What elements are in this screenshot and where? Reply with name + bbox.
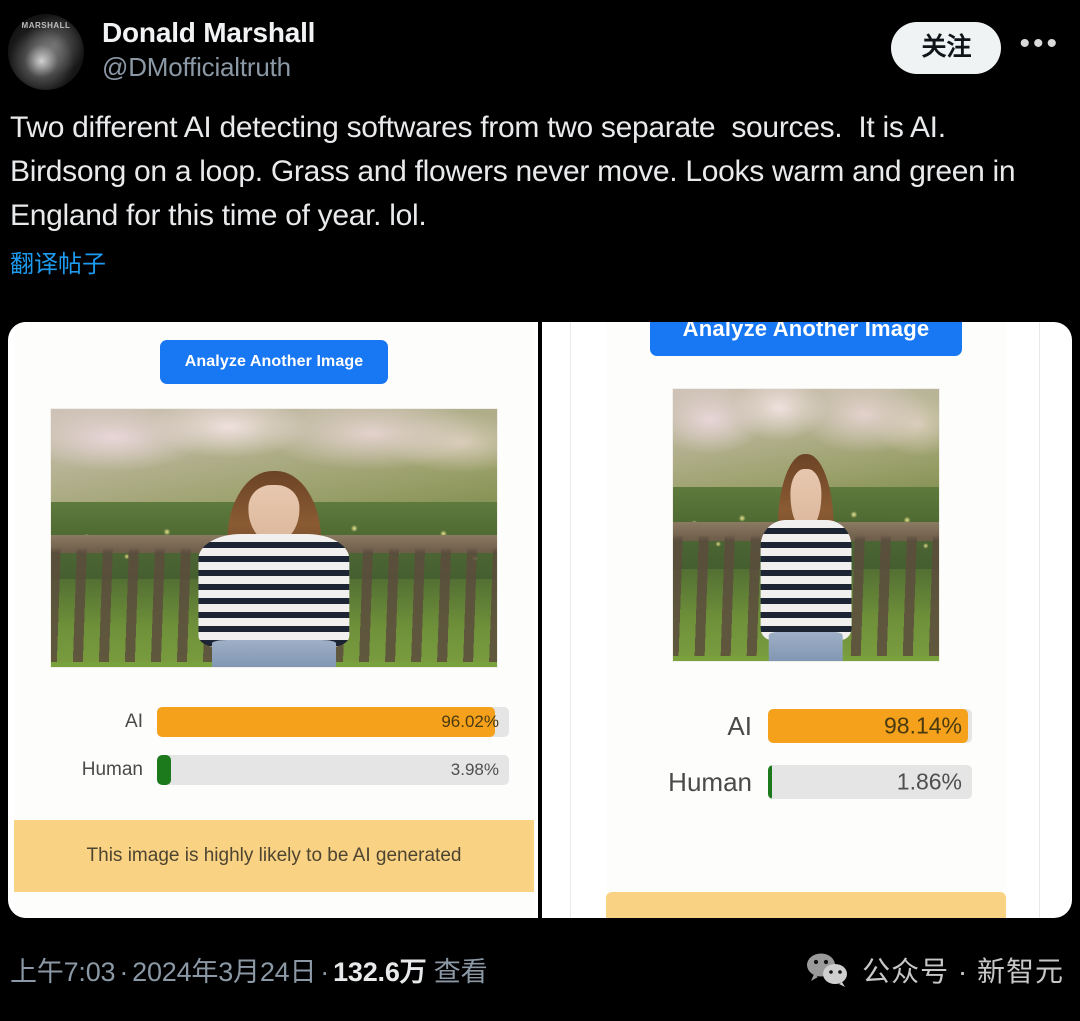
verdict-banner: This image is highly likely — [606, 892, 1006, 918]
author-handle[interactable]: @DMofficialtruth — [102, 52, 891, 84]
wechat-icon — [807, 953, 848, 987]
result-row-ai: AI 96.02% — [39, 698, 509, 746]
result-bar-ai: 96.02% — [157, 707, 509, 737]
media-card-left[interactable]: Analyze Another Image AI 96.02% Human 3.… — [8, 322, 538, 918]
tweet-date: 2024年3月24日 — [132, 957, 317, 987]
tweet-time: 上午7:03 — [10, 957, 116, 987]
detector-screenshot-left: Analyze Another Image AI 96.02% Human 3.… — [14, 322, 534, 918]
result-row-ai: AI 98.14% — [640, 698, 972, 754]
analyze-another-image-button[interactable]: Analyze Another Image — [160, 340, 388, 384]
analyze-another-image-button[interactable]: Analyze Another Image — [650, 322, 962, 356]
analyzed-photo — [672, 388, 940, 662]
follow-button[interactable]: 关注 — [891, 22, 1002, 74]
author-display-name[interactable]: Donald Marshall — [102, 16, 891, 49]
analyzed-photo — [50, 408, 498, 668]
result-row-human: Human 3.98% — [39, 746, 509, 794]
tweet-footer: 上午7:03 · 2024年3月24日 · 132.6万 查看 公众号 · 新智元 — [0, 918, 1080, 1021]
result-label-ai: AI — [125, 711, 143, 732]
watermark: 公众号 · 新智元 — [806, 950, 1064, 990]
detection-results-left: AI 96.02% Human 3.98% — [39, 668, 509, 794]
detector-screenshot-right: Analyze Another Image AI 98.14% Human 1.… — [606, 322, 1006, 918]
result-value-human: 3.98% — [450, 760, 499, 779]
result-bar-human: 1.86% — [768, 765, 972, 799]
avatar-label: MARSHALL — [21, 21, 71, 30]
watermark-text: 公众号 · 新智元 — [862, 955, 1064, 987]
more-options-icon[interactable]: ••• — [1013, 25, 1066, 71]
tweet-media-row: Analyze Another Image AI 96.02% Human 3.… — [8, 322, 1072, 918]
result-bar-ai: 98.14% — [768, 709, 972, 743]
result-row-human: Human 1.86% — [640, 754, 972, 810]
detection-results-right: AI 98.14% Human 1.86% — [640, 662, 972, 810]
result-bar-human: 3.98% — [157, 755, 509, 785]
result-label-human: Human — [81, 759, 143, 780]
tweet-meta: 上午7:03 · 2024年3月24日 · 132.6万 查看 — [10, 950, 488, 989]
result-value-ai: 98.14% — [883, 712, 962, 739]
views-count: 132.6万 — [333, 957, 427, 987]
header-actions: 关注 ••• — [891, 10, 1066, 74]
translate-post-link[interactable]: 翻译帖子 — [0, 238, 106, 279]
verdict-banner: This image is highly likely to be AI gen… — [14, 820, 534, 892]
screenshot-frame-edge-left — [570, 322, 571, 918]
result-label-ai: AI — [727, 710, 752, 741]
screenshot-frame-edge-right — [1039, 322, 1040, 918]
media-card-right[interactable]: Analyze Another Image AI 98.14% Human 1.… — [542, 322, 1072, 918]
views-label: 查看 — [433, 957, 488, 987]
tweet-header: MARSHALL Donald Marshall @DMofficialtrut… — [0, 0, 1080, 96]
meta-separator-2: · — [320, 957, 330, 987]
result-value-human: 1.86% — [896, 768, 962, 795]
result-label-human: Human — [668, 766, 752, 797]
meta-separator-1: · — [119, 957, 129, 987]
result-value-ai: 96.02% — [441, 712, 499, 731]
author-name-block: Donald Marshall @DMofficialtruth — [102, 10, 891, 84]
avatar[interactable]: MARSHALL — [8, 14, 84, 90]
tweet-body-text: Two different AI detecting softwares fro… — [10, 111, 1024, 233]
